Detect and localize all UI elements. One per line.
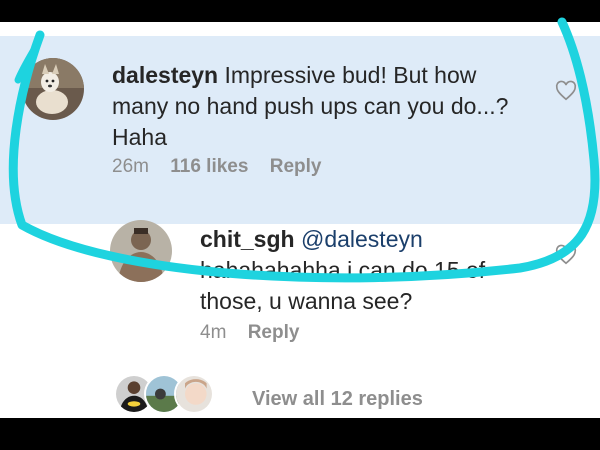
reply-body: chit_sgh @dalesteyn hahahahahha i can do…: [200, 224, 540, 317]
comments-screen: dalesteyn Impressive bud! But how many n…: [0, 22, 600, 418]
reply-text: hahahahahha i can do 15 of those, u wann…: [200, 257, 486, 314]
comment-likes[interactable]: 116 likes: [170, 156, 248, 177]
dalesteyn-avatar[interactable]: [22, 58, 84, 120]
chit-sgh-avatar[interactable]: [110, 220, 172, 282]
face-avatar-icon: [176, 376, 212, 412]
comment-body: dalesteyn Impressive bud! But how many n…: [112, 60, 532, 153]
bottom-black-bar: [0, 418, 600, 450]
comment-like-heart-icon[interactable]: [555, 80, 577, 102]
reply-reply-button[interactable]: Reply: [248, 322, 300, 343]
comment-meta: 26m 116 likes Reply: [112, 156, 321, 178]
reply-avatar-3: [174, 374, 214, 414]
comment-username[interactable]: dalesteyn: [112, 62, 218, 88]
reply-username[interactable]: chit_sgh: [200, 226, 295, 252]
reply-meta: 4m Reply: [200, 322, 299, 344]
reply-like-heart-icon[interactable]: [555, 244, 577, 266]
comment-reply-button[interactable]: Reply: [270, 156, 322, 177]
dog-photo-avatar-icon: [22, 58, 84, 120]
reply-mention[interactable]: @dalesteyn: [301, 226, 423, 252]
comment-time: 26m: [112, 156, 149, 177]
person-photo-avatar-icon: [110, 220, 172, 282]
view-all-replies-link[interactable]: View all 12 replies: [252, 388, 423, 411]
reply-time: 4m: [200, 322, 227, 343]
